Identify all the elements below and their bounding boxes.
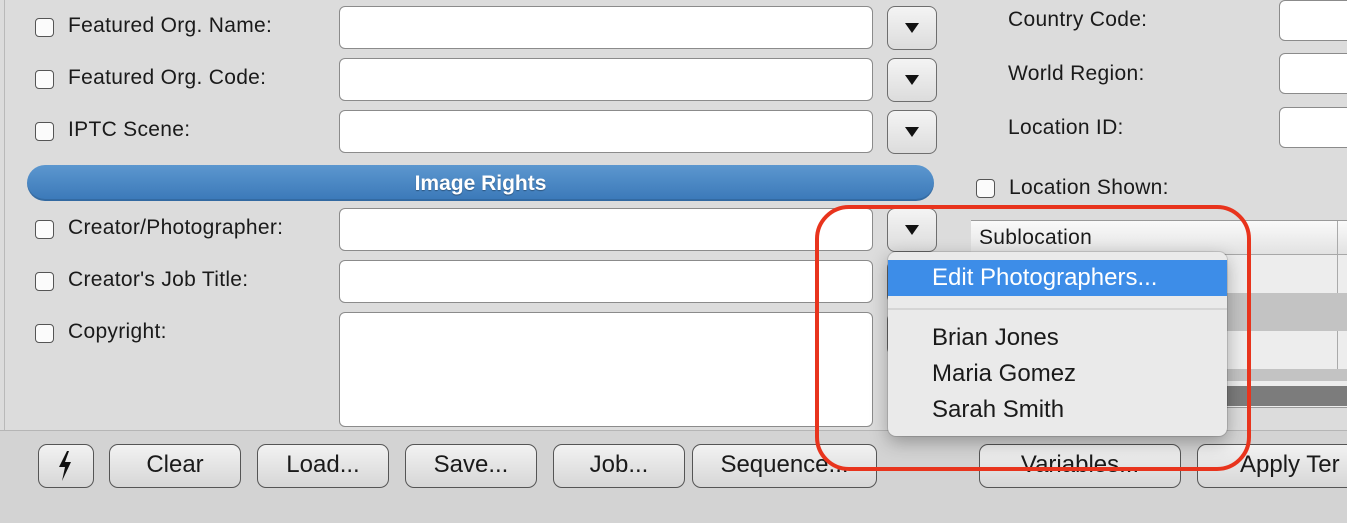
creator-photographer-label: Creator/Photographer: [68,216,284,239]
featured-org-name-dropdown-button[interactable] [887,6,937,50]
featured-org-code-input[interactable] [339,58,873,101]
iptc-scene-label: IPTC Scene: [68,118,191,141]
annotation-highlight [815,205,1251,471]
creator-photographer-checkbox[interactable] [35,220,54,239]
copyright-textarea[interactable] [339,312,873,427]
clear-button[interactable]: Clear [109,444,241,488]
save-button[interactable]: Save... [405,444,537,488]
creators-job-title-checkbox[interactable] [35,272,54,291]
load-button[interactable]: Load... [257,444,389,488]
location-shown-checkbox[interactable] [976,179,995,198]
triangle-down-icon [905,23,919,33]
iptc-scene-input[interactable] [339,110,873,153]
world-region-input[interactable] [1279,53,1347,94]
copyright-label: Copyright: [68,320,167,343]
country-code-label: Country Code: [1008,8,1148,31]
panel-divider [4,0,5,430]
creators-job-title-input[interactable] [339,260,873,303]
featured-org-code-label: Featured Org. Code: [68,66,267,89]
section-title: Image Rights [414,172,547,195]
location-shown-label: Location Shown: [1009,176,1169,199]
image-rights-section-header[interactable]: Image Rights [27,165,934,201]
featured-org-code-dropdown-button[interactable] [887,58,937,102]
creators-job-title-label: Creator's Job Title: [68,268,249,291]
creator-photographer-input[interactable] [339,208,873,251]
country-code-input[interactable] [1279,0,1347,41]
featured-org-name-input[interactable] [339,6,873,49]
location-id-label: Location ID: [1008,116,1124,139]
world-region-label: World Region: [1008,62,1145,85]
lightning-icon [59,451,71,481]
featured-org-name-label: Featured Org. Name: [68,14,273,37]
featured-org-code-checkbox[interactable] [35,70,54,89]
featured-org-name-checkbox[interactable] [35,18,54,37]
location-id-input[interactable] [1279,107,1347,148]
job-button[interactable]: Job... [553,444,685,488]
triangle-down-icon [905,75,919,85]
iptc-scene-dropdown-button[interactable] [887,110,937,154]
auto-fill-button[interactable] [38,444,94,488]
triangle-down-icon [905,127,919,137]
copyright-checkbox[interactable] [35,324,54,343]
iptc-scene-checkbox[interactable] [35,122,54,141]
